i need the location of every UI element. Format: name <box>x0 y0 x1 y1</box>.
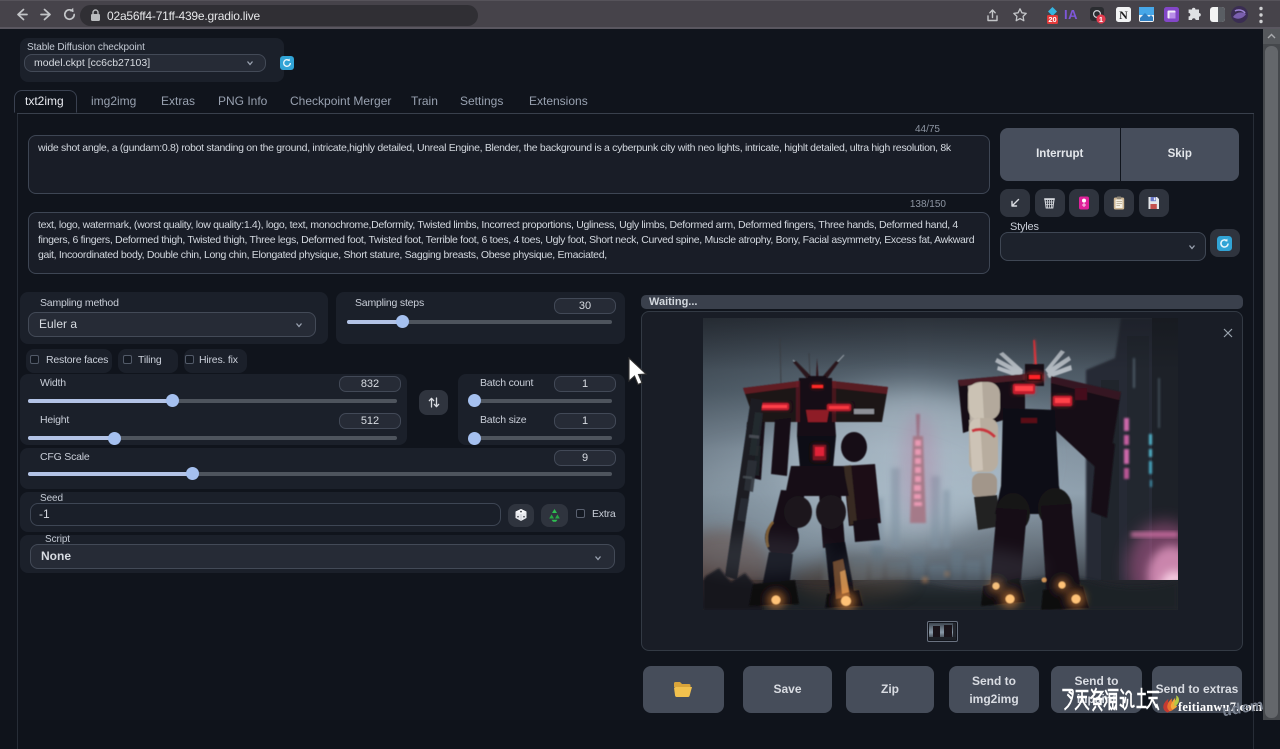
svg-text:20: 20 <box>1048 15 1056 24</box>
svg-text:1: 1 <box>1099 15 1103 24</box>
svg-text:N: N <box>1119 8 1128 22</box>
